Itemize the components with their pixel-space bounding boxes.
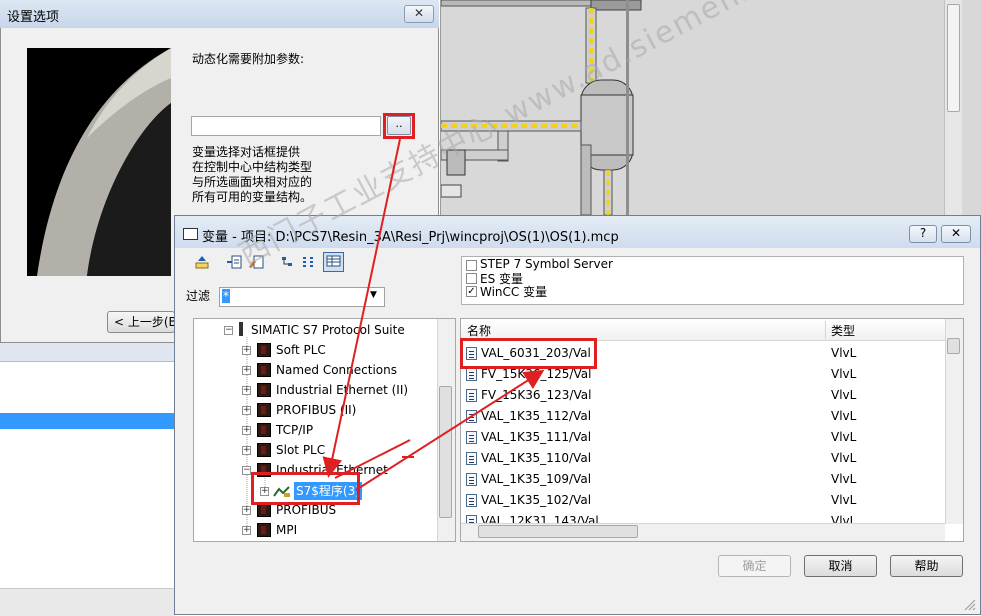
annotation-arrows [322, 138, 545, 491]
